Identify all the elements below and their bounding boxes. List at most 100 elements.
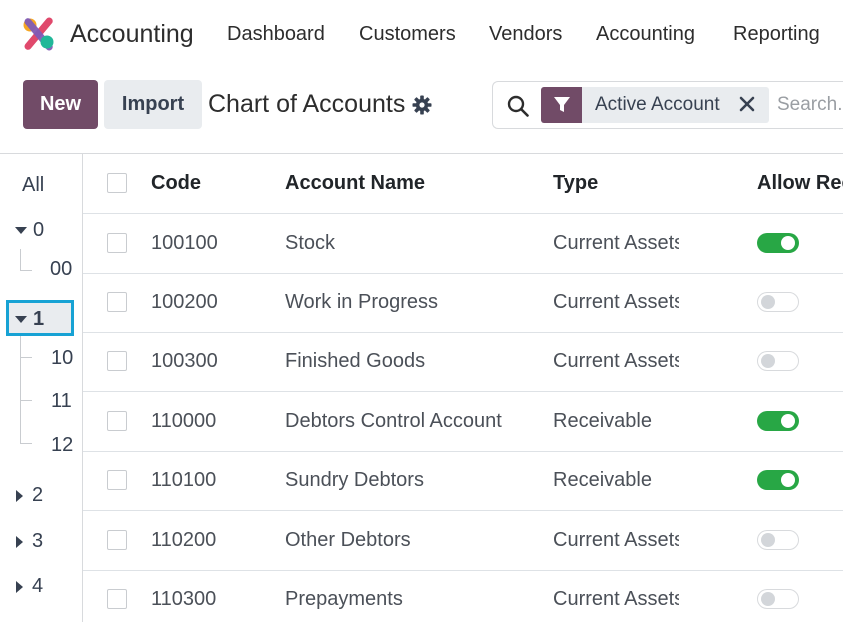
filter-facet-label: Active Account (595, 94, 720, 115)
cell-account-name: Sundry Debtors (285, 469, 424, 491)
cell-type: Current Assets (553, 291, 679, 313)
tree-connector (20, 357, 32, 358)
cell-type: Receivable (553, 469, 652, 491)
table-row[interactable]: 100300 Finished Goods Current Assets (83, 332, 843, 392)
cell-account-name: Prepayments (285, 588, 403, 610)
caret-down-icon (15, 227, 27, 235)
search-input[interactable] (775, 90, 843, 120)
tree-item-12[interactable]: 12 (51, 434, 73, 457)
menu-accounting[interactable]: Accounting (596, 23, 695, 46)
column-header-allow-reconciliation[interactable]: Allow Reconciliation (757, 172, 843, 195)
cell-type: Current Assets (553, 588, 679, 610)
toggle-knob (761, 295, 775, 309)
row-checkbox[interactable] (107, 411, 127, 431)
search-bar: Active Account (492, 81, 843, 129)
column-header-code[interactable]: Code (151, 172, 261, 195)
allow-reconciliation-toggle[interactable] (757, 411, 799, 431)
filter-facet: Active Account (541, 87, 769, 123)
gear-icon[interactable] (412, 95, 432, 115)
cell-type: Current Assets (553, 232, 679, 254)
toggle-knob (761, 533, 775, 547)
page-title: Chart of Accounts (208, 90, 406, 118)
row-checkbox[interactable] (107, 292, 127, 312)
new-button[interactable]: New (23, 80, 98, 129)
column-header-type[interactable]: Type (553, 172, 679, 195)
cell-code: 100200 (151, 291, 218, 313)
filter-facet-icon-box (541, 87, 582, 123)
row-checkbox[interactable] (107, 470, 127, 490)
close-icon[interactable] (737, 94, 757, 114)
cell-account-name: Work in Progress (285, 291, 439, 313)
cell-account-name: Finished Goods (285, 350, 426, 372)
allow-reconciliation-toggle[interactable] (757, 530, 799, 550)
row-checkbox[interactable] (107, 351, 127, 371)
cell-code: 110100 (151, 469, 217, 491)
import-button[interactable]: Import (104, 80, 202, 129)
allow-reconciliation-toggle[interactable] (757, 589, 799, 609)
cell-account-name: Debtors Control Account (285, 410, 502, 432)
search-icon[interactable] (507, 95, 529, 117)
caret-down-icon (15, 316, 27, 324)
row-checkbox[interactable] (107, 589, 127, 609)
tree-connector (20, 336, 21, 444)
table-header-row: Code Account Name Type Allow Reconciliat… (83, 154, 843, 214)
cell-account-name: Other Debtors (285, 529, 411, 551)
column-header-account-name[interactable]: Account Name (285, 172, 535, 195)
menu-vendors[interactable]: Vendors (489, 23, 562, 46)
toggle-knob (781, 473, 795, 487)
cell-account-name: Stock (285, 232, 336, 254)
table-row[interactable]: 110000 Debtors Control Account Receivabl… (83, 392, 843, 452)
tree-item-0[interactable]: 0 (15, 219, 44, 242)
tree-item-1[interactable]: 1 (15, 308, 44, 331)
allow-reconciliation-toggle[interactable] (757, 233, 799, 253)
allow-reconciliation-toggle[interactable] (757, 470, 799, 490)
tree-connector (20, 270, 32, 271)
tree-item-2[interactable]: 2 (16, 484, 43, 507)
select-all-checkbox[interactable] (107, 173, 127, 193)
tree-item-label: 3 (32, 530, 44, 552)
table-row[interactable]: 110100 Sundry Debtors Receivable (83, 451, 843, 511)
tree-connector (20, 400, 32, 401)
tree-item-00[interactable]: 00 (50, 258, 72, 281)
tree-connector (20, 249, 21, 271)
filter-icon (553, 97, 570, 112)
tree-item-10[interactable]: 10 (51, 347, 73, 370)
table-row[interactable]: 100200 Work in Progress Current Assets (83, 273, 843, 333)
cell-code: 100300 (151, 350, 218, 372)
table-row[interactable]: 110200 Other Debtors Current Assets (83, 511, 843, 571)
tree-item-11[interactable]: 11 (51, 390, 72, 413)
tree-item-all[interactable]: All (22, 174, 44, 197)
tree-item-4[interactable]: 4 (16, 575, 43, 598)
top-navbar: Accounting Dashboard Customers Vendors A… (0, 0, 843, 70)
tree-item-label: 0 (33, 219, 45, 241)
caret-right-icon (16, 580, 23, 593)
cell-code: 110300 (151, 588, 217, 610)
toggle-knob (781, 414, 795, 428)
cell-code: 100100 (151, 232, 218, 254)
cell-type: Current Assets (553, 350, 679, 372)
cell-code: 110200 (151, 529, 217, 551)
tree-connector (20, 443, 32, 444)
cell-type: Current Assets (553, 529, 679, 551)
toggle-knob (761, 354, 775, 368)
tree-item-label: 1 (33, 308, 45, 330)
menu-dashboard[interactable]: Dashboard (227, 23, 325, 46)
menu-reporting[interactable]: Reporting (733, 23, 820, 46)
cell-code: 110000 (151, 410, 217, 432)
allow-reconciliation-toggle[interactable] (757, 292, 799, 312)
row-checkbox[interactable] (107, 233, 127, 253)
app-name[interactable]: Accounting (70, 20, 194, 49)
caret-right-icon (16, 535, 23, 548)
table-row[interactable]: 110300 Prepayments Current Assets (83, 570, 843, 629)
allow-reconciliation-toggle[interactable] (757, 351, 799, 371)
tree-item-label: 2 (32, 484, 44, 506)
menu-customers[interactable]: Customers (359, 23, 456, 46)
tree-item-3[interactable]: 3 (16, 530, 43, 553)
table-row[interactable]: 100100 Stock Current Assets (83, 214, 843, 274)
accounting-app-logo-icon[interactable] (22, 17, 56, 51)
toggle-knob (761, 592, 775, 606)
toggle-knob (781, 236, 795, 250)
caret-right-icon (16, 489, 23, 502)
row-checkbox[interactable] (107, 530, 127, 550)
account-group-tree: All 0 00 1 10 11 12 2 3 4 (0, 154, 83, 622)
